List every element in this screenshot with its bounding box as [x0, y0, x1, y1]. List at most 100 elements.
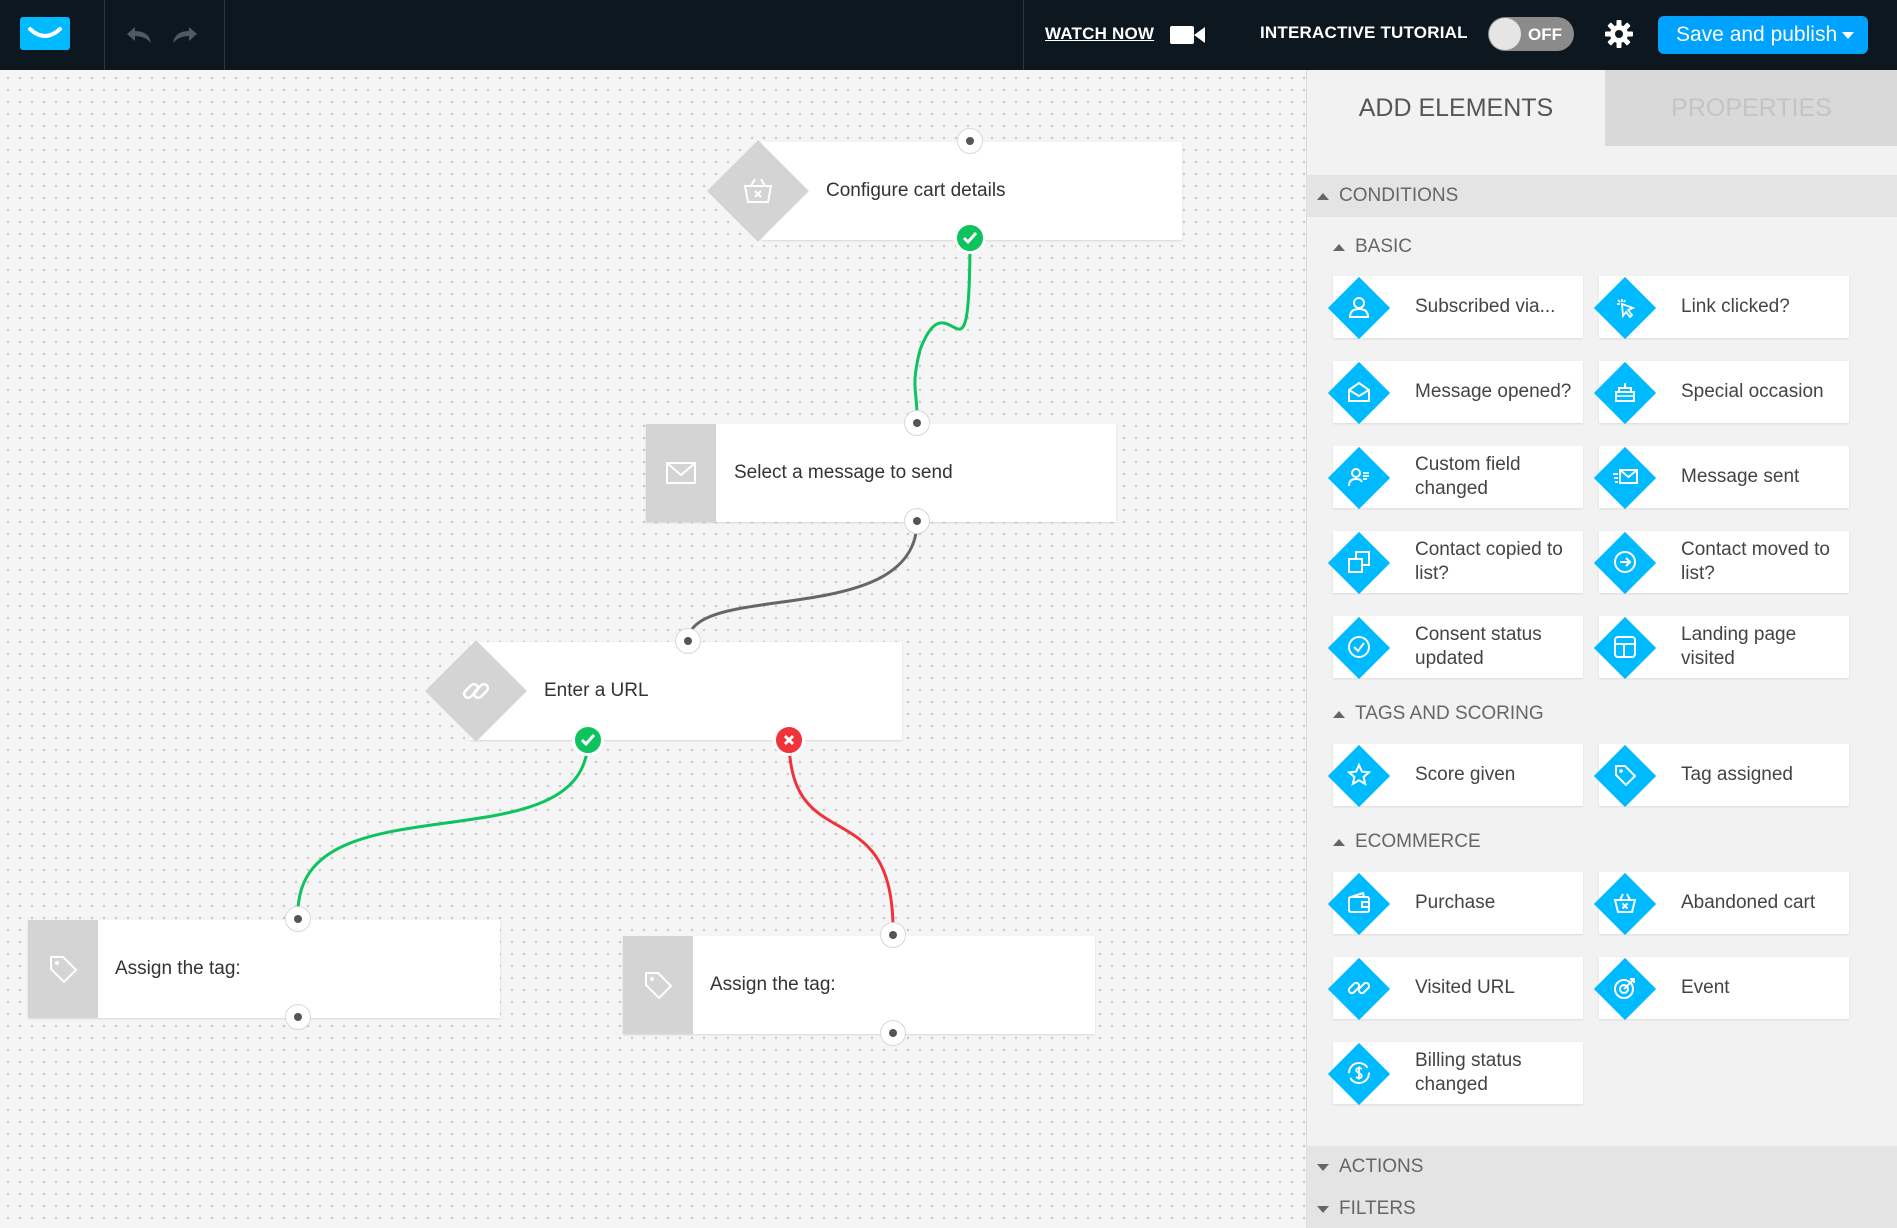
workflow-canvas[interactable]: Configure cart details Select a message … — [0, 70, 1306, 1228]
app-logo[interactable] — [20, 17, 70, 50]
element-score-given[interactable]: Score given — [1327, 744, 1583, 808]
group-label: TAGS AND SCORING — [1355, 703, 1544, 724]
link-icon — [440, 655, 512, 727]
element-label: Contact moved to list? — [1681, 539, 1830, 584]
gear-icon[interactable] — [1604, 19, 1634, 54]
node-label: Configure cart details — [826, 180, 1006, 201]
user-edit-icon — [1341, 459, 1377, 495]
user-icon — [1341, 289, 1377, 325]
save-and-publish-label: Save and publish — [1676, 23, 1838, 46]
group-basic[interactable]: BASIC — [1333, 236, 1412, 258]
element-label: Consent status updated — [1415, 624, 1542, 669]
element-link-clicked[interactable]: Link clicked? — [1593, 276, 1849, 340]
watch-now-link[interactable]: WATCH NOW — [1045, 24, 1154, 44]
yes-check-icon[interactable] — [954, 222, 986, 254]
element-label: Landing page visited — [1681, 624, 1797, 669]
redo-icon[interactable] — [170, 22, 200, 48]
node-label: Assign the tag: — [710, 974, 836, 995]
expand-icon — [1317, 1205, 1329, 1213]
section-conditions[interactable]: CONDITIONS — [1307, 175, 1897, 217]
video-camera-icon[interactable] — [1170, 24, 1206, 51]
element-label: Tag assigned — [1681, 764, 1793, 785]
node-label: Assign the tag: — [115, 958, 241, 979]
element-label: Billing status changed — [1415, 1050, 1522, 1095]
save-and-publish-button[interactable]: Save and publish — [1658, 16, 1868, 54]
element-event[interactable]: Event — [1593, 957, 1849, 1021]
wallet-icon — [1341, 885, 1377, 921]
node-assign-tag[interactable]: Assign the tag: — [623, 936, 1095, 1034]
yes-check-icon[interactable] — [572, 724, 604, 756]
section-label: ACTIONS — [1339, 1156, 1424, 1177]
element-tag-assigned[interactable]: Tag assigned — [1593, 744, 1849, 808]
envelope-icon — [646, 424, 716, 522]
tutorial-toggle[interactable]: OFF — [1488, 17, 1574, 51]
input-port[interactable] — [957, 128, 983, 154]
element-contact-moved[interactable]: Contact moved to list? — [1593, 531, 1849, 595]
chevron-down-icon[interactable] — [1842, 32, 1854, 39]
input-port[interactable] — [904, 410, 930, 436]
element-visited-url[interactable]: Visited URL — [1327, 957, 1583, 1021]
element-custom-field-changed[interactable]: Custom field changed — [1327, 446, 1583, 510]
element-purchase[interactable]: Purchase — [1327, 872, 1583, 936]
input-port[interactable] — [675, 628, 701, 654]
section-filters[interactable]: FILTERS — [1307, 1188, 1897, 1228]
tag-icon — [28, 920, 98, 1018]
dollar-cycle-icon — [1341, 1055, 1377, 1091]
collapse-icon — [1333, 710, 1345, 718]
divider — [104, 0, 105, 70]
node-assign-tag[interactable]: Assign the tag: — [28, 920, 500, 1018]
element-message-opened[interactable]: Message opened? — [1327, 361, 1583, 425]
divider — [224, 0, 225, 70]
element-message-sent[interactable]: Message sent — [1593, 446, 1849, 510]
input-port[interactable] — [285, 906, 311, 932]
layout-icon — [1607, 629, 1643, 665]
target-icon — [1607, 970, 1643, 1006]
check-circle-icon — [1341, 629, 1377, 665]
group-tags-and-scoring[interactable]: TAGS AND SCORING — [1333, 703, 1544, 725]
element-contact-copied[interactable]: Contact copied to list? — [1327, 531, 1583, 595]
section-label: CONDITIONS — [1339, 185, 1459, 206]
element-label: Message sent — [1681, 466, 1800, 487]
element-label: Abandoned cart — [1681, 892, 1816, 913]
element-consent-status[interactable]: Consent status updated — [1327, 616, 1583, 680]
element-abandoned-cart[interactable]: Abandoned cart — [1593, 872, 1849, 936]
node-label: Select a message to send — [734, 462, 953, 483]
star-icon — [1341, 757, 1377, 793]
element-subscribed-via[interactable]: Subscribed via... — [1327, 276, 1583, 340]
group-label: ECOMMERCE — [1355, 831, 1481, 852]
expand-icon — [1317, 1163, 1329, 1171]
element-landing-page-visited[interactable]: Landing page visited — [1593, 616, 1849, 680]
element-billing-status[interactable]: Billing status changed — [1327, 1042, 1583, 1106]
cake-icon — [1607, 374, 1643, 410]
element-label: Custom field changed — [1415, 454, 1521, 499]
interactive-tutorial-label: INTERACTIVE TUTORIAL — [1260, 23, 1468, 42]
node-enter-url[interactable]: Enter a URL — [470, 642, 902, 740]
cursor-click-icon — [1607, 289, 1643, 325]
basket-icon — [1607, 885, 1643, 921]
arrow-circle-icon — [1607, 544, 1643, 580]
element-label: Visited URL — [1415, 977, 1515, 998]
output-port[interactable] — [880, 1020, 906, 1046]
output-port[interactable] — [904, 508, 930, 534]
node-label: Enter a URL — [544, 680, 649, 701]
section-actions[interactable]: ACTIONS — [1307, 1146, 1897, 1188]
element-label: Message opened? — [1415, 381, 1572, 402]
undo-icon[interactable] — [124, 22, 154, 48]
output-port[interactable] — [285, 1004, 311, 1030]
top-bar: WATCH NOW INTERACTIVE TUTORIAL OFF Save … — [0, 0, 1897, 70]
tab-properties[interactable]: PROPERTIES — [1605, 70, 1897, 146]
element-label: Score given — [1415, 764, 1516, 785]
node-select-message[interactable]: Select a message to send — [646, 424, 1116, 522]
envelope-send-icon — [1607, 459, 1643, 495]
no-cross-icon[interactable] — [773, 724, 805, 756]
element-label: Purchase — [1415, 892, 1496, 913]
toggle-knob — [1489, 18, 1521, 50]
group-ecommerce[interactable]: ECOMMERCE — [1333, 831, 1481, 853]
tab-add-elements[interactable]: ADD ELEMENTS — [1307, 70, 1605, 146]
basket-icon — [722, 155, 794, 227]
input-port[interactable] — [880, 922, 906, 948]
copy-icon — [1341, 544, 1377, 580]
toggle-state-label: OFF — [1528, 25, 1562, 44]
element-label: Event — [1681, 977, 1730, 998]
element-special-occasion[interactable]: Special occasion — [1593, 361, 1849, 425]
